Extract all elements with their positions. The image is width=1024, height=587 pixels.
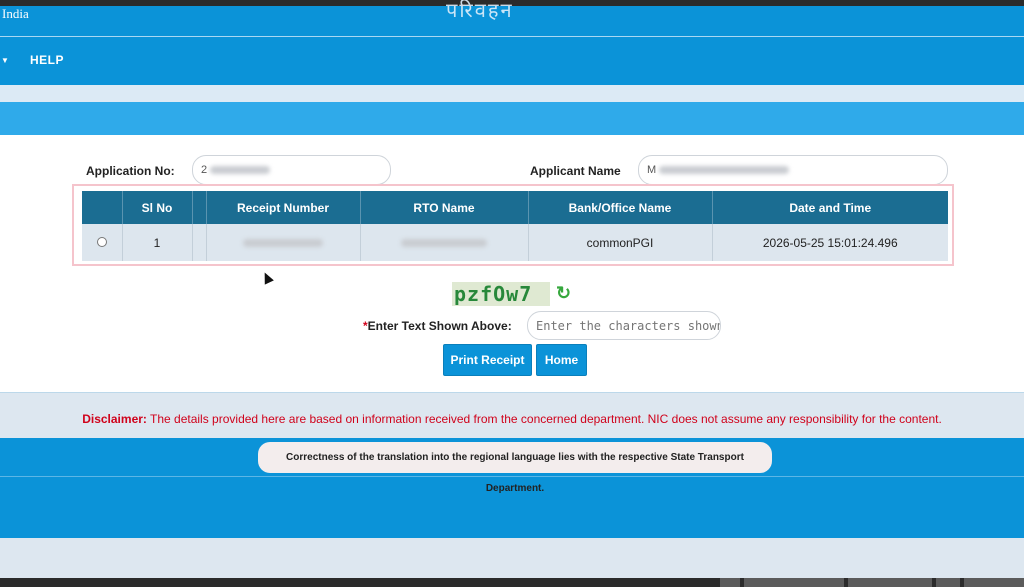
brand-logo-text: परिवहन [446, 0, 514, 22]
application-no-label: Application No: [86, 164, 175, 178]
column-header-bank-office-name: Bank/Office Name [528, 191, 713, 224]
captcha-label: *Enter Text Shown Above: [363, 319, 512, 333]
applicant-name-value: M [647, 164, 657, 176]
footer-light-band [0, 538, 1024, 578]
translation-note: Correctness of the translation into the … [258, 442, 772, 494]
page: India परिवहन ▼ HELP Application No: 2 Ap… [0, 0, 1024, 587]
row-select-radio[interactable] [96, 236, 107, 247]
footer-dark-bar [0, 578, 1024, 587]
receipt-number-cell [206, 224, 361, 261]
refresh-icon[interactable]: ↻ [556, 283, 571, 304]
disclaimer: Disclaimer: The details provided here ar… [0, 412, 1024, 426]
captcha-label-text: Enter Text Shown Above: [367, 319, 512, 333]
bank-office-name-cell: commonPGI [528, 224, 713, 261]
redacted-text [401, 239, 487, 248]
footer-segment [848, 578, 932, 587]
nav-help[interactable]: HELP [30, 53, 64, 67]
country-label: India [2, 6, 29, 21]
spacer-cell [192, 224, 207, 261]
rto-name-cell [360, 224, 529, 261]
disclaimer-text: The details provided here are based on i… [146, 412, 942, 426]
caret-down-icon[interactable]: ▼ [1, 56, 9, 65]
select-cell [82, 224, 123, 261]
application-no-value: 2 [201, 164, 208, 176]
redacted-text [659, 166, 790, 175]
header: India परिवहन [0, 0, 1024, 36]
receipt-table: Sl No Receipt Number RTO Name Bank/Offic… [82, 191, 948, 261]
column-header-receipt-number: Receipt Number [206, 191, 361, 224]
disclaimer-title: Disclaimer: [82, 412, 147, 426]
home-button[interactable]: Home [536, 344, 587, 376]
mouse-cursor-icon [260, 270, 274, 285]
sl-no-cell: 1 [122, 224, 193, 261]
footer-segment [744, 578, 844, 587]
column-header-spacer [192, 191, 207, 224]
footer-segment [964, 578, 1024, 587]
redacted-text [210, 166, 271, 175]
footer-segment [936, 578, 960, 587]
light-strip [0, 85, 1024, 102]
select-column-header [82, 191, 123, 224]
blue-strip [0, 102, 1024, 135]
column-header-date-time: Date and Time [712, 191, 948, 224]
captcha-input[interactable] [527, 311, 721, 340]
redacted-text [243, 239, 323, 248]
navbar: ▼ HELP [0, 37, 1024, 85]
print-receipt-button[interactable]: Print Receipt [443, 344, 532, 376]
date-time-cell: 2026-05-25 15:01:24.496 [712, 224, 948, 261]
captcha-image: pzfOw7 [452, 282, 550, 306]
table-header-row: Sl No Receipt Number RTO Name Bank/Offic… [82, 191, 948, 224]
table-row: 1 commonPGI 2026-05-25 15:01:24.496 [82, 224, 948, 261]
applicant-name-label: Applicant Name [530, 164, 621, 178]
applicant-name-field[interactable]: M [638, 155, 948, 185]
column-header-sl-no: Sl No [122, 191, 193, 224]
column-header-rto-name: RTO Name [360, 191, 529, 224]
receipt-table-container: Sl No Receipt Number RTO Name Bank/Offic… [72, 184, 954, 266]
footer-segment [720, 578, 740, 587]
application-no-field[interactable]: 2 [192, 155, 391, 185]
